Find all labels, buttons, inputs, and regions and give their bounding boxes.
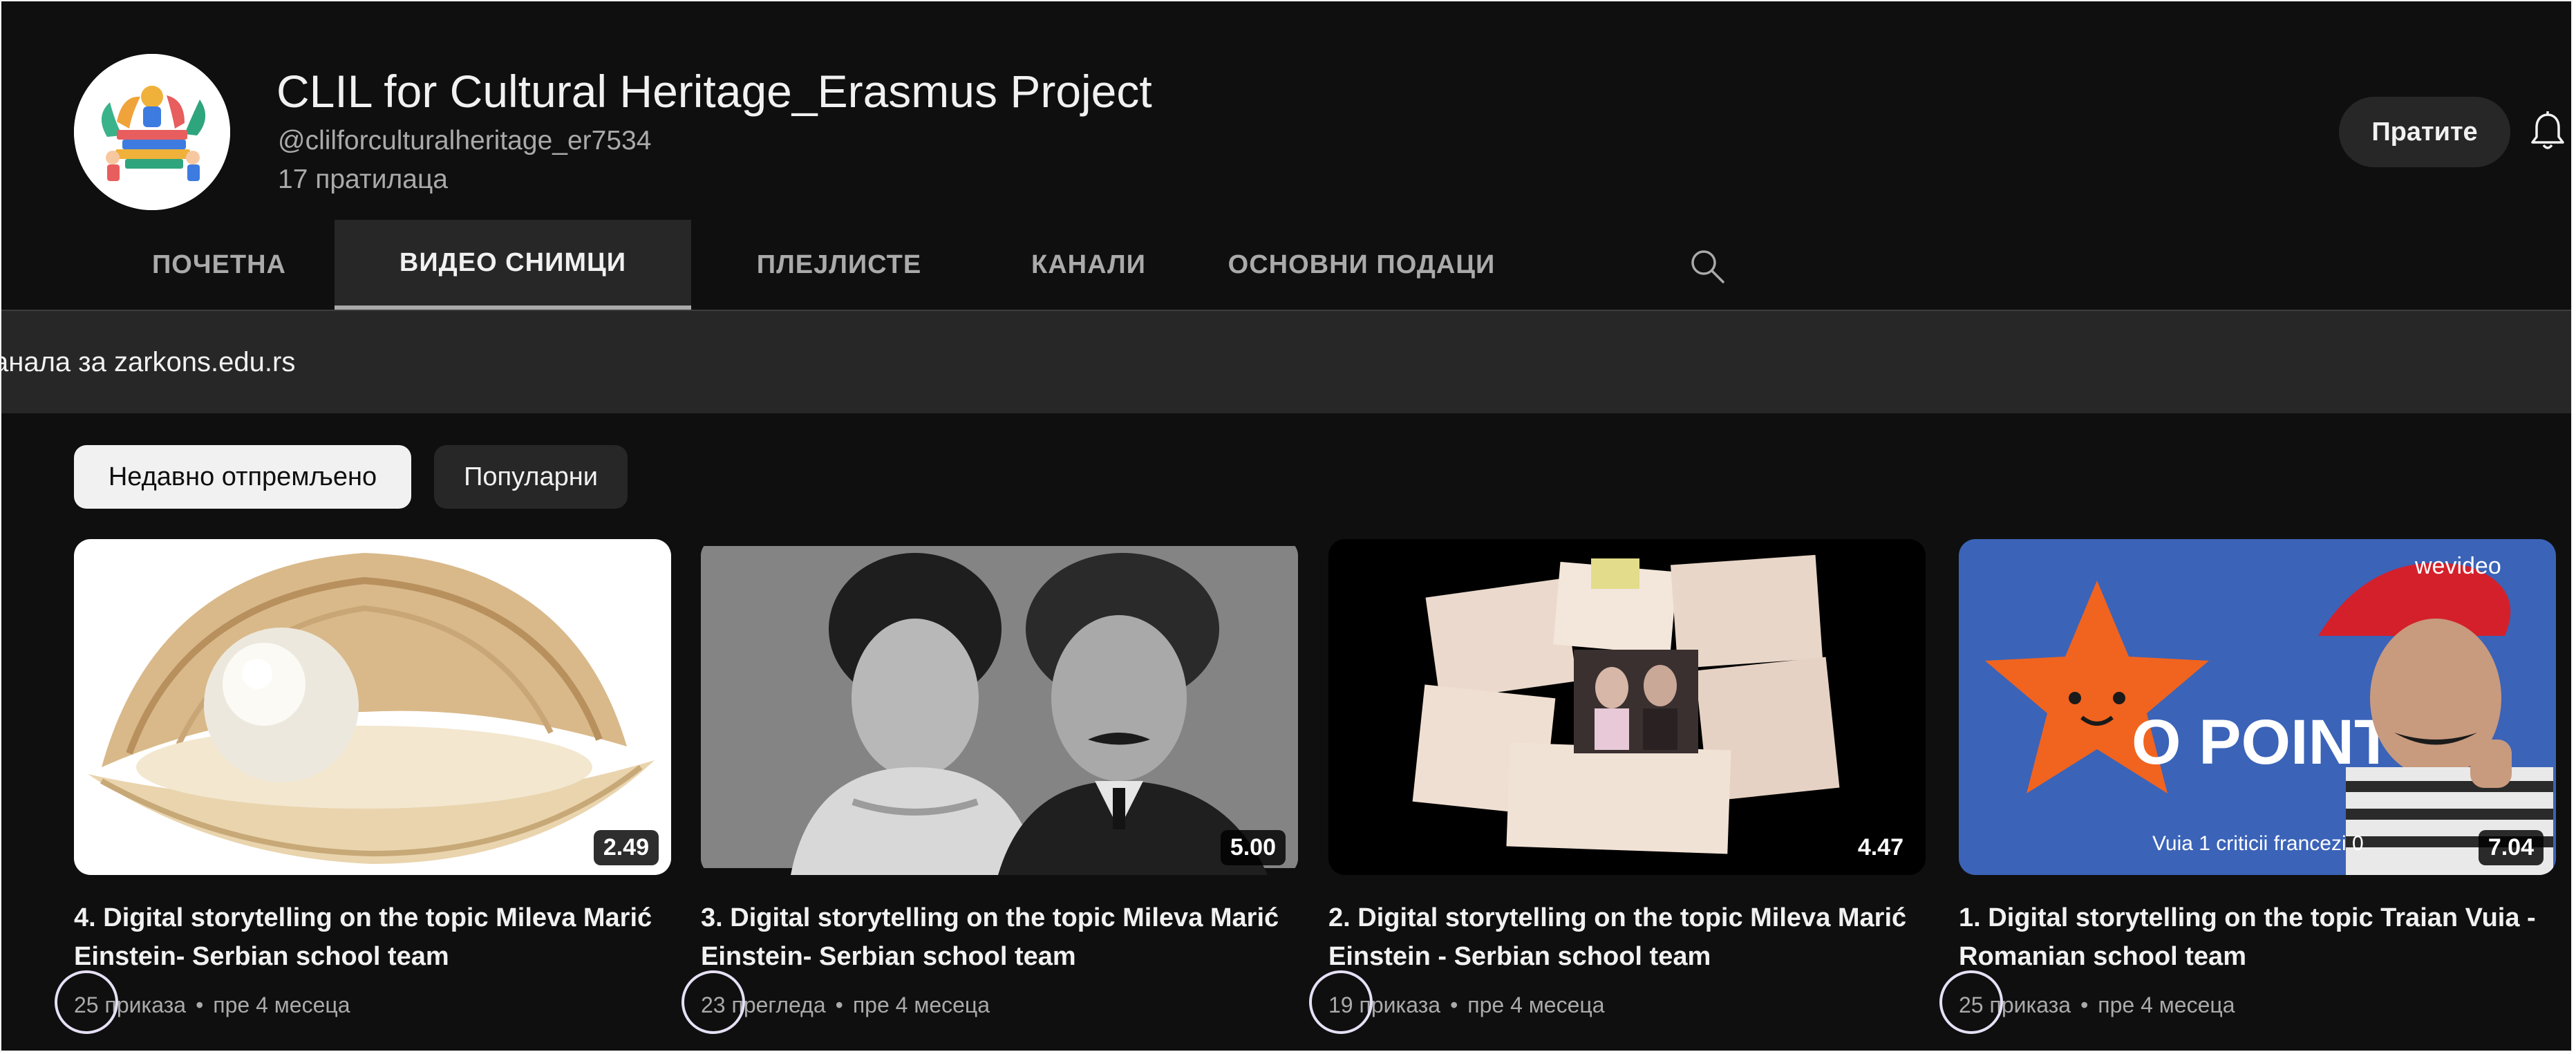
subscriber-count: 17 пратилаца bbox=[278, 164, 448, 194]
letters-collage-image bbox=[1328, 539, 1926, 875]
chip-popular[interactable]: Популарни bbox=[434, 445, 628, 509]
video-thumbnail[interactable]: 2.49 bbox=[74, 539, 671, 875]
upload-age: пре 4 месеца bbox=[2098, 992, 2235, 1017]
thumb-caption-text: Vuia 1 criticii francezi 0 bbox=[2152, 832, 2364, 855]
meta-separator: • bbox=[2080, 992, 2089, 1017]
meta-separator: • bbox=[835, 992, 843, 1017]
highlight-circle bbox=[55, 970, 118, 1034]
video-title[interactable]: 4. Digital storytelling on the topic Mil… bbox=[74, 898, 671, 976]
couple-photo-image bbox=[701, 539, 1298, 875]
video-thumbnail[interactable]: O POINT wevideo Vuia 1 criticii francezi… bbox=[1959, 539, 2556, 875]
chip-recently-uploaded[interactable]: Недавно отпремљено bbox=[74, 445, 411, 509]
video-card[interactable]: O POINT wevideo Vuia 1 criticii francezi… bbox=[1939, 539, 2556, 1034]
search-icon[interactable] bbox=[1688, 247, 1727, 285]
star-point-image: O POINT wevideo Vuia 1 criticii francezi… bbox=[1959, 539, 2556, 875]
channel-avatar[interactable] bbox=[74, 54, 230, 210]
video-metadata: 23 прегледа • пре 4 месеца bbox=[681, 970, 1298, 1034]
video-duration: 4.47 bbox=[1848, 830, 1913, 865]
channel-title: CLIL for Cultural Heritage_Erasmus Proje… bbox=[276, 66, 1152, 117]
meta-separator: • bbox=[196, 992, 204, 1017]
video-card[interactable]: 2.49 4. Digital storytelling on the topi… bbox=[55, 539, 671, 1034]
video-card[interactable]: 4.47 2. Digital storytelling on the topi… bbox=[1309, 539, 1926, 1034]
video-title[interactable]: 1. Digital storytelling on the topic Tra… bbox=[1959, 898, 2556, 976]
video-duration: 2.49 bbox=[593, 830, 659, 865]
channel-links-banner[interactable]: анала за zarkons.edu.rs bbox=[1, 311, 2571, 413]
upload-age: пре 4 месеца bbox=[213, 992, 350, 1017]
highlight-circle bbox=[681, 970, 745, 1034]
thumb-brand-text: wevideo bbox=[2414, 553, 2501, 579]
thumb-overlay-text: O POINT bbox=[2132, 707, 2393, 778]
highlight-circle bbox=[1309, 970, 1373, 1034]
upload-age: пре 4 месеца bbox=[852, 992, 990, 1017]
video-metadata: 25 приказа • пре 4 месеца bbox=[1939, 970, 2556, 1034]
pearl-shell-image bbox=[74, 539, 671, 875]
books-illustration-icon bbox=[74, 54, 230, 210]
subscribe-button[interactable]: Пратите bbox=[2339, 97, 2510, 167]
highlight-circle bbox=[1939, 970, 2003, 1034]
youtube-channel-page: CLIL for Cultural Heritage_Erasmus Proje… bbox=[0, 0, 2573, 1052]
channel-handle: @clilforculturalheritage_er7534 bbox=[278, 126, 652, 156]
tab-channels[interactable]: КАНАЛИ bbox=[987, 220, 1190, 310]
video-title[interactable]: 3. Digital storytelling on the topic Mil… bbox=[701, 898, 1298, 976]
video-title[interactable]: 2. Digital storytelling on the topic Mil… bbox=[1328, 898, 1926, 976]
video-card[interactable]: 5.00 3. Digital storytelling on the topi… bbox=[681, 539, 1298, 1034]
tab-playlists[interactable]: ПЛЕЈЛИСТЕ bbox=[691, 220, 987, 310]
video-duration: 7.04 bbox=[2478, 830, 2544, 865]
video-thumbnail[interactable]: 5.00 bbox=[701, 539, 1298, 875]
channel-tabs: ПОЧЕТНА ВИДЕО СНИМЦИ ПЛЕЈЛИСТЕ КАНАЛИ ОС… bbox=[104, 220, 1533, 310]
tab-about[interactable]: ОСНОВНИ ПОДАЦИ bbox=[1190, 220, 1533, 310]
meta-separator: • bbox=[1450, 992, 1458, 1017]
upload-age: пре 4 месеца bbox=[1467, 992, 1605, 1017]
banner-text[interactable]: анала за zarkons.edu.rs bbox=[1, 347, 295, 378]
video-metadata: 19 приказа • пре 4 месеца bbox=[1309, 970, 1926, 1034]
video-metadata: 25 приказа • пре 4 месеца bbox=[55, 970, 671, 1034]
bell-icon[interactable] bbox=[2530, 111, 2566, 152]
tab-videos[interactable]: ВИДЕО СНИМЦИ bbox=[335, 220, 691, 310]
video-duration: 5.00 bbox=[1220, 830, 1286, 865]
tab-home[interactable]: ПОЧЕТНА bbox=[104, 220, 335, 310]
video-thumbnail[interactable]: 4.47 bbox=[1328, 539, 1926, 875]
